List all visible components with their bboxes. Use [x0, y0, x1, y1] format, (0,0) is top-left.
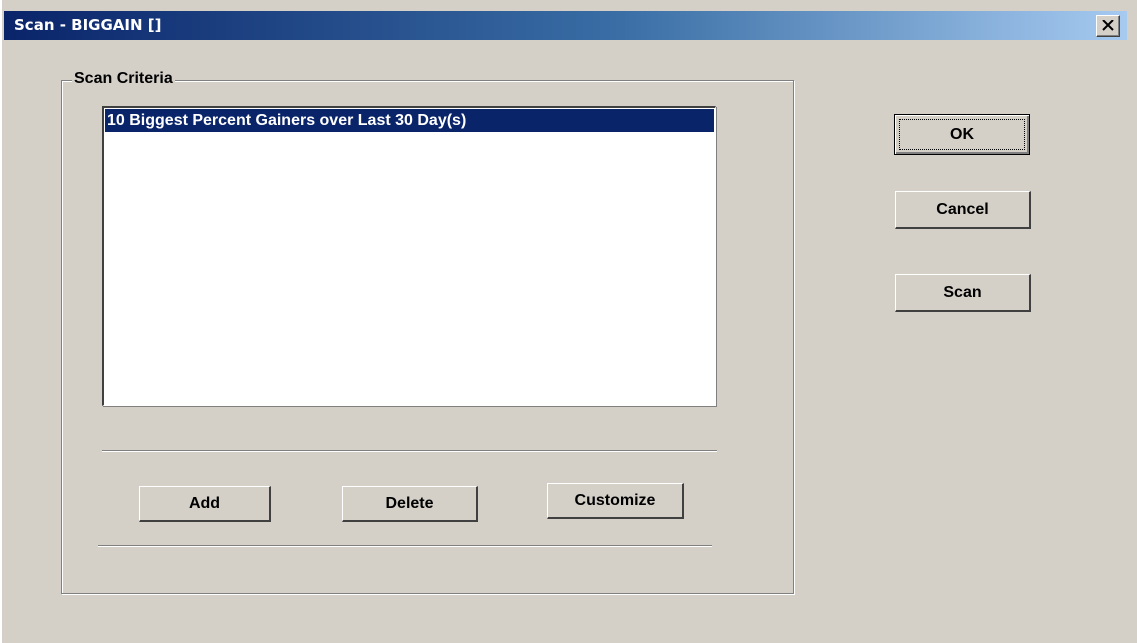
close-icon	[1102, 20, 1114, 31]
add-button-label: Add	[188, 494, 221, 512]
list-item-label: 10 Biggest Percent Gainers over Last 30 …	[107, 112, 467, 129]
scan-criteria-label: Scan Criteria	[72, 70, 175, 88]
separator-top	[102, 450, 717, 452]
scan-button[interactable]: Scan	[895, 274, 1031, 312]
list-item[interactable]: 10 Biggest Percent Gainers over Last 30 …	[105, 109, 714, 132]
delete-button[interactable]: Delete	[342, 486, 478, 522]
delete-button-label: Delete	[385, 494, 434, 512]
ok-button[interactable]: OK	[894, 114, 1030, 155]
title-bar[interactable]: Scan - BIGGAIN []	[4, 11, 1127, 40]
cancel-button-label: Cancel	[936, 200, 989, 218]
separator-bottom	[98, 545, 712, 547]
customize-button[interactable]: Customize	[547, 483, 684, 519]
add-button[interactable]: Add	[139, 486, 271, 522]
window-title: Scan - BIGGAIN []	[14, 16, 162, 34]
cancel-button[interactable]: Cancel	[895, 191, 1031, 229]
scan-dialog-window: Scan - BIGGAIN [] Scan Criteria 10 Bigge…	[0, 0, 1137, 643]
customize-button-label: Customize	[574, 491, 656, 509]
scan-criteria-list[interactable]: 10 Biggest Percent Gainers over Last 30 …	[102, 106, 716, 406]
scan-button-label: Scan	[943, 283, 982, 301]
ok-button-label: OK	[899, 119, 1025, 150]
close-button[interactable]	[1096, 15, 1120, 37]
